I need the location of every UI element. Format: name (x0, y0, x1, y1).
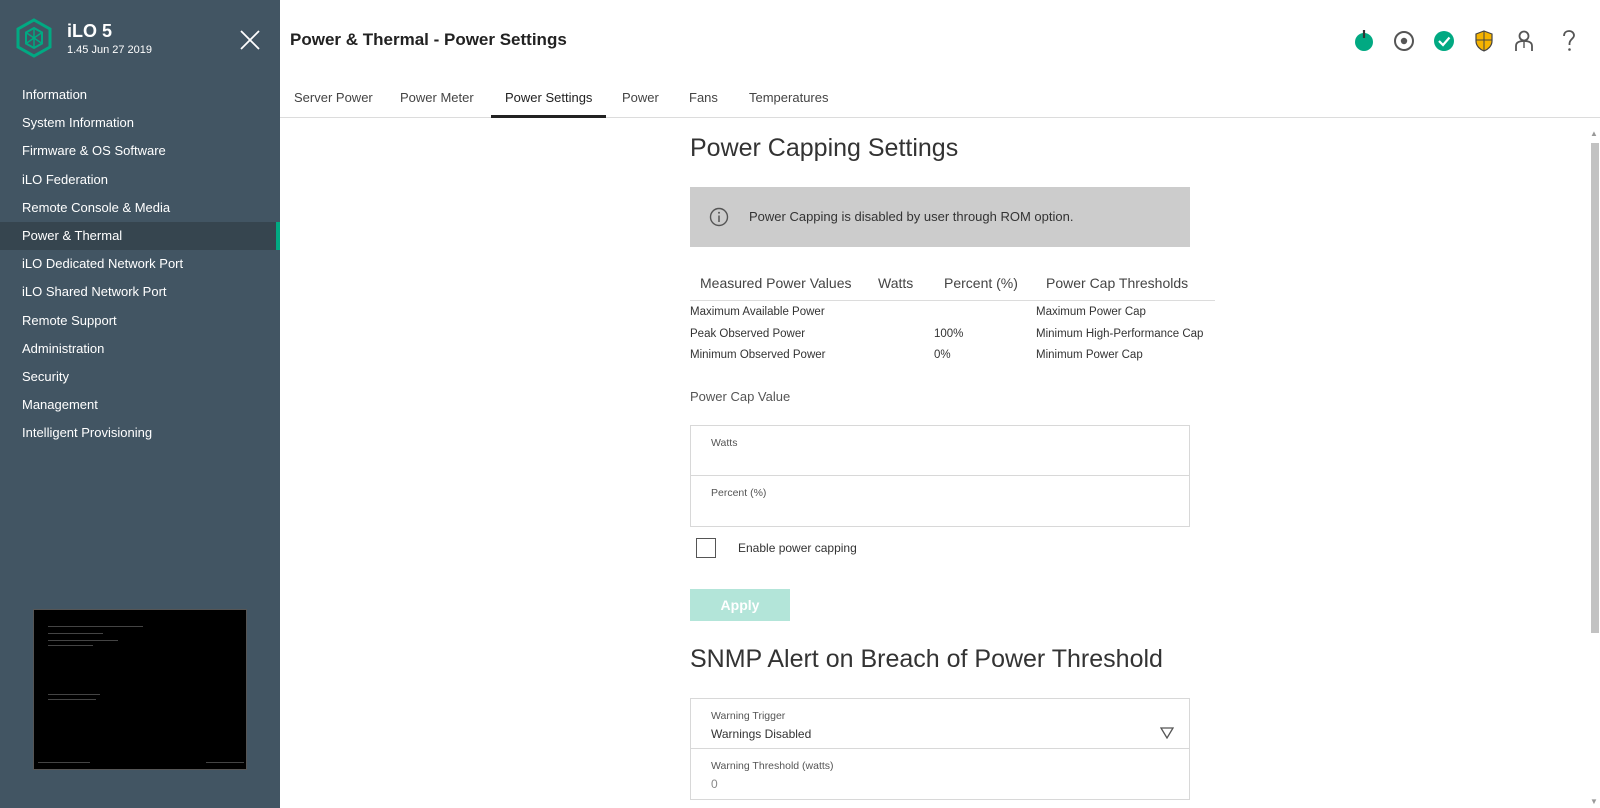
sidebar-item-power-thermal[interactable]: Power & Thermal (0, 221, 280, 251)
percent-cell: 100% (934, 327, 964, 340)
percent-cell: 0% (934, 349, 951, 361)
scrollbar-thumb[interactable] (1591, 143, 1599, 633)
measured-cell: Minimum Observed Power (690, 349, 826, 361)
sidebar-nav: Information System Information Firmware … (0, 81, 280, 447)
column-header-percent: Percent (%) (944, 275, 1018, 291)
console-text-line (48, 640, 118, 641)
enable-power-capping-checkbox[interactable] (696, 538, 716, 558)
power-cap-value-label: Power Cap Value (690, 389, 791, 404)
power-values-table: Measured Power Values Watts Percent (%) … (690, 271, 1215, 366)
percent-row: Percent (%) (691, 476, 1189, 526)
warning-threshold-row: Warning Threshold (watts) (691, 749, 1189, 799)
sidebar-item-information[interactable]: Information (0, 81, 280, 109)
tab-power-settings[interactable]: Power Settings (491, 78, 607, 118)
info-icon (709, 207, 729, 227)
warning-trigger-row[interactable]: Warning Trigger Warnings Disabled (691, 699, 1189, 749)
console-text-line (206, 762, 244, 763)
console-text-line (48, 626, 143, 627)
column-header-watts: Watts (878, 275, 914, 291)
security-shield-icon[interactable] (1471, 28, 1497, 54)
tab-temperatures[interactable]: Temperatures (735, 78, 842, 118)
remote-console-thumbnail[interactable] (33, 609, 247, 770)
tab-power-meter[interactable]: Power Meter (386, 78, 488, 118)
sidebar-item-remote-support[interactable]: Remote Support (0, 307, 280, 335)
scroll-down-arrow-icon[interactable]: ▼ (1590, 798, 1600, 806)
scrollbar[interactable]: ▲ ▼ (1588, 130, 1600, 808)
threshold-cell: Minimum Power Cap (1036, 349, 1143, 361)
sidebar-item-system-information[interactable]: System Information (0, 109, 280, 137)
help-icon[interactable] (1556, 28, 1582, 54)
enable-power-capping-label: Enable power capping (738, 541, 857, 555)
measured-cell: Peak Observed Power (690, 327, 806, 340)
watts-label: Watts (711, 437, 738, 449)
column-header-thresholds: Power Cap Thresholds (1046, 275, 1189, 291)
snmp-form: Warning Trigger Warnings Disabled Warnin… (690, 698, 1190, 800)
header-status-icons (0, 28, 1600, 54)
info-message: Power Capping is disabled by user throug… (749, 209, 1074, 224)
tab-fans[interactable]: Fans (675, 78, 732, 118)
sidebar-item-ilo-shared-network-port[interactable]: iLO Shared Network Port (0, 278, 280, 306)
sidebar-item-intelligent-provisioning[interactable]: Intelligent Provisioning (0, 419, 280, 447)
warning-trigger-label: Warning Trigger (711, 710, 786, 722)
sidebar-item-ilo-federation[interactable]: iLO Federation (0, 166, 280, 194)
info-banner: Power Capping is disabled by user throug… (690, 187, 1190, 247)
health-ok-icon[interactable] (1431, 28, 1457, 54)
table-row: Peak Observed Power 100% Minimum High-Pe… (690, 323, 1215, 345)
console-text-line (48, 699, 96, 700)
scroll-up-arrow-icon[interactable]: ▲ (1590, 130, 1600, 138)
table-header: Measured Power Values Watts Percent (%) … (690, 271, 1215, 301)
tab-bar: Server Power Power Meter Power Settings … (280, 78, 1600, 118)
console-text-line (38, 762, 90, 763)
warning-trigger-select[interactable]: Warnings Disabled (711, 727, 1151, 745)
sidebar-item-security[interactable]: Security (0, 363, 280, 391)
tab-server-power[interactable]: Server Power (280, 78, 387, 118)
column-header-measured: Measured Power Values (700, 275, 852, 291)
console-text-line (48, 633, 103, 634)
watts-input[interactable] (711, 452, 1151, 470)
sidebar-item-management[interactable]: Management (0, 391, 280, 419)
warning-threshold-input[interactable] (711, 775, 1151, 793)
apply-button[interactable]: Apply (690, 589, 790, 621)
snmp-alert-title: SNMP Alert on Breach of Power Threshold (690, 645, 1163, 673)
sidebar-item-administration[interactable]: Administration (0, 335, 280, 363)
sidebar-item-ilo-dedicated-network-port[interactable]: iLO Dedicated Network Port (0, 250, 280, 278)
measured-cell: Maximum Available Power (690, 306, 825, 318)
watts-row: Watts (691, 426, 1189, 476)
sidebar-item-firmware-os-software[interactable]: Firmware & OS Software (0, 137, 280, 165)
table-row: Minimum Observed Power 0% Minimum Power … (690, 344, 1215, 366)
power-cap-form: Watts Percent (%) (690, 425, 1190, 527)
power-capping-title: Power Capping Settings (690, 134, 959, 162)
sidebar: iLO 5 1.45 Jun 27 2019 Information Syste… (0, 0, 280, 808)
threshold-cell: Minimum High-Performance Cap (1036, 327, 1204, 340)
console-text-line (48, 645, 93, 646)
chevron-down-icon[interactable] (1160, 727, 1174, 739)
percent-input[interactable] (711, 502, 1151, 520)
percent-label: Percent (%) (711, 487, 767, 499)
table-row: Maximum Available Power Maximum Power Ca… (690, 301, 1215, 323)
console-text-line (48, 694, 100, 695)
warning-threshold-label: Warning Threshold (watts) (711, 760, 834, 772)
threshold-cell: Maximum Power Cap (1036, 306, 1146, 318)
locator-icon[interactable] (1391, 28, 1417, 54)
tab-power[interactable]: Power (608, 78, 673, 118)
power-status-icon[interactable] (1351, 28, 1377, 54)
sidebar-item-remote-console-media[interactable]: Remote Console & Media (0, 194, 280, 222)
user-icon[interactable] (1511, 28, 1537, 54)
